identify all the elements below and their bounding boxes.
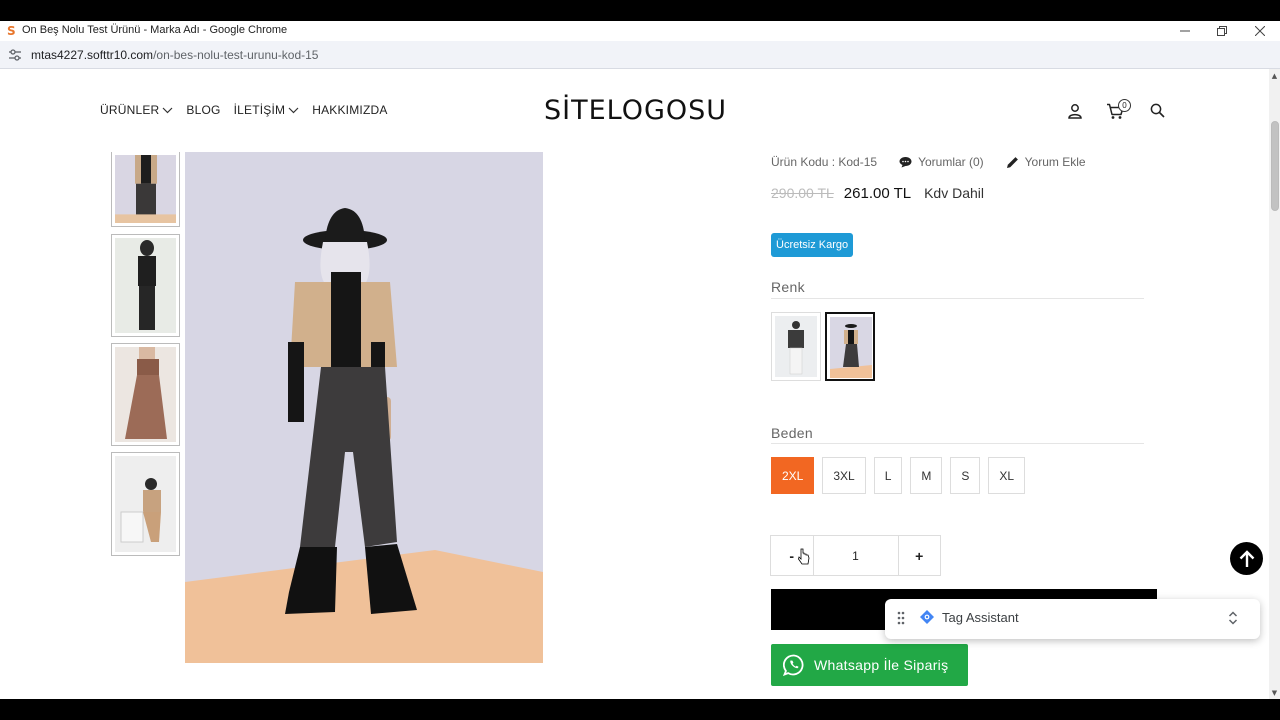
favicon-icon: S	[7, 24, 16, 38]
product-meta: Ürün Kodu : Kod-15 Yorumlar (0) Yorum Ek…	[771, 155, 1086, 169]
nav-item-blog[interactable]: BLOG	[186, 103, 220, 117]
scrollbar-thumb[interactable]	[1271, 121, 1279, 211]
tax-note: Kdv Dahil	[924, 185, 984, 201]
reviews-link[interactable]: Yorumlar (0)	[899, 155, 984, 169]
whatsapp-order-button[interactable]: Whatsapp İle Sipariş	[771, 644, 968, 686]
close-icon[interactable]	[1241, 21, 1279, 41]
size-label: Beden	[771, 425, 813, 441]
add-review-link[interactable]: Yorum Ekle	[1006, 155, 1086, 169]
bottom-bar	[0, 699, 1280, 720]
size-option-3xl[interactable]: 3XL	[822, 457, 866, 494]
quantity-increase-button[interactable]: +	[899, 536, 941, 575]
free-shipping-badge: Ücretsiz Kargo	[771, 233, 854, 257]
main-nav: ÜRÜNLER BLOG İLETİŞİM HAKKIMIZDA	[100, 103, 388, 117]
back-to-top-button[interactable]	[1230, 542, 1263, 575]
size-option-2xl[interactable]: 2XL	[771, 457, 815, 494]
cart-count-badge: 0	[1118, 99, 1131, 112]
tag-assistant-icon	[920, 610, 934, 624]
color-divider	[771, 298, 1144, 299]
nav-item-iletisim[interactable]: İLETİŞİM	[234, 103, 300, 117]
search-icon[interactable]	[1150, 103, 1165, 118]
site-settings-icon[interactable]	[8, 48, 22, 62]
page-scrollbar[interactable]: ▲ ▼	[1269, 69, 1280, 699]
quantity-input[interactable]: 1	[812, 536, 899, 575]
minimize-icon[interactable]	[1166, 21, 1204, 41]
nav-label: İLETİŞİM	[233, 103, 286, 117]
site-logo[interactable]: SİTELOGOSU	[544, 95, 727, 126]
quantity-decrease-button[interactable]: -	[771, 536, 813, 575]
color-label: Renk	[771, 279, 805, 295]
user-icon[interactable]	[1067, 103, 1083, 119]
product-code: Ürün Kodu : Kod-15	[771, 155, 878, 169]
add-review-label: Yorum Ekle	[1024, 155, 1086, 169]
expand-collapse-icon[interactable]	[1228, 610, 1238, 626]
scroll-up-icon[interactable]: ▲	[1271, 72, 1278, 80]
product-main-image[interactable]	[185, 152, 543, 663]
comment-icon	[899, 157, 912, 168]
drag-handle-icon[interactable]	[897, 611, 905, 625]
size-option-l[interactable]: L	[873, 457, 903, 494]
product-thumbnail[interactable]	[111, 452, 180, 556]
tag-assistant-panel[interactable]: Tag Assistant	[885, 599, 1260, 639]
whatsapp-order-label: Whatsapp İle Sipariş	[814, 657, 949, 673]
size-option-s[interactable]: S	[950, 457, 981, 494]
reviews-label: Yorumlar (0)	[918, 155, 984, 169]
size-option-xl[interactable]: XL	[988, 457, 1026, 494]
product-thumbnail[interactable]	[111, 234, 180, 337]
nav-item-hakkimizda[interactable]: HAKKIMIZDA	[312, 103, 387, 117]
tag-assistant-label: Tag Assistant	[942, 610, 1019, 625]
nav-label: HAKKIMIZDA	[312, 103, 388, 117]
size-options: 2XL 3XL L M S XL	[771, 457, 1026, 494]
size-divider	[771, 443, 1144, 444]
color-swatch-white[interactable]	[771, 312, 821, 381]
old-price: 290.00 TL	[771, 185, 834, 201]
quantity-stepper: - 1 +	[770, 535, 941, 576]
chevron-down-icon	[162, 107, 173, 113]
current-price: 261.00 TL	[843, 185, 912, 202]
price-block: 290.00 TL 261.00 TL Kdv Dahil	[771, 185, 984, 202]
screen: S On Beş Nolu Test Ürünü - Marka Adı - G…	[0, 0, 1280, 720]
size-option-m[interactable]: M	[910, 457, 943, 494]
scroll-down-icon[interactable]: ▼	[1271, 689, 1278, 697]
web-page: ÜRÜNLER BLOG İLETİŞİM HAKKIMIZDA SİTELOG…	[0, 69, 1269, 699]
nav-label: ÜRÜNLER	[100, 103, 160, 117]
address-bar[interactable]: mtas4227.softtr10.com/on-bes-nolu-test-u…	[0, 41, 1280, 69]
nav-label: BLOG	[186, 103, 221, 117]
product-thumbnail[interactable]	[111, 343, 180, 446]
url-host: mtas4227.softtr10.com	[31, 48, 154, 62]
chevron-down-icon	[288, 107, 299, 113]
window-title: On Beş Nolu Test Ürünü - Marka Adı - Goo…	[22, 24, 288, 36]
window-titlebar: S On Beş Nolu Test Ürünü - Marka Adı - G…	[0, 21, 1280, 41]
restore-icon[interactable]	[1203, 21, 1241, 41]
product-thumbnail[interactable]	[111, 152, 180, 227]
color-swatch-black[interactable]	[825, 312, 875, 381]
nav-item-urunler[interactable]: ÜRÜNLER	[100, 103, 173, 117]
arrow-up-icon	[1239, 549, 1254, 567]
url-path: /on-bes-nolu-test-urunu-kod-15	[153, 48, 319, 62]
url-text[interactable]: mtas4227.softtr10.com/on-bes-nolu-test-u…	[31, 48, 318, 62]
whatsapp-icon	[783, 654, 804, 676]
pencil-icon	[1006, 156, 1018, 168]
